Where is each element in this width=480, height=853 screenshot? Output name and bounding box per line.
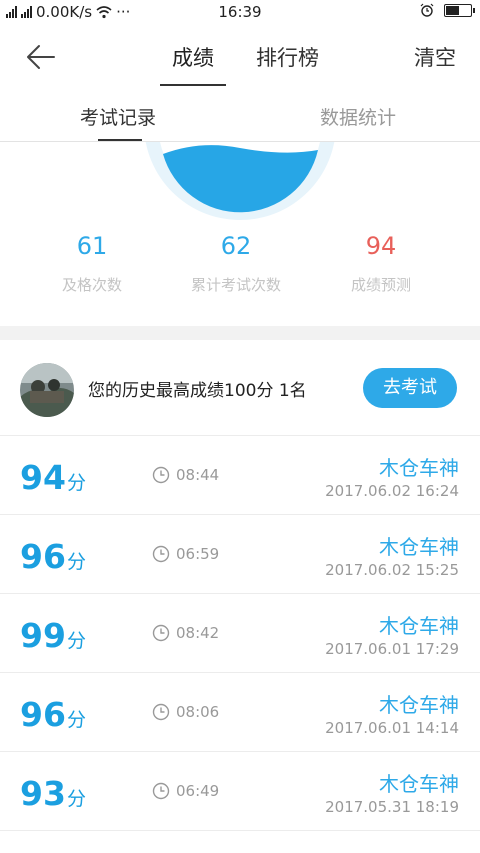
duration-text: 06:59 <box>176 545 220 563</box>
duration-text: 08:06 <box>176 703 220 721</box>
tab-score[interactable]: 成绩 <box>172 42 214 72</box>
stat-label: 成绩预测 <box>350 276 411 294</box>
arrow-left-icon[interactable] <box>24 42 58 72</box>
duration-text: 08:42 <box>176 624 220 642</box>
status-time: 16:39 <box>218 3 262 21</box>
record-duration: 06:59 <box>152 545 219 563</box>
best-score-text: 您的历史最高成绩100分 1名 <box>88 381 307 401</box>
clock-icon <box>152 545 170 563</box>
score-unit: 分 <box>66 788 86 810</box>
score-unit: 分 <box>66 472 86 494</box>
score-gauge <box>0 142 480 222</box>
record-score: 96分 <box>20 695 86 734</box>
record-score: 93分 <box>20 774 86 813</box>
record-name: 木仓车神 <box>379 535 459 559</box>
score-value: 96 <box>20 537 66 576</box>
score-unit: 分 <box>66 709 86 731</box>
alarm-icon <box>420 3 434 17</box>
record-score: 96分 <box>20 537 86 576</box>
score-value: 99 <box>20 616 66 655</box>
tab-exam-records[interactable]: 考试记录 <box>80 103 156 130</box>
record-date: 2017.06.01 17:29 <box>325 640 459 658</box>
score-value: 93 <box>20 774 66 813</box>
stat-prediction: 94 成绩预测 <box>301 232 461 295</box>
record-duration: 08:06 <box>152 703 219 721</box>
score-value: 96 <box>20 695 66 734</box>
score-unit: 分 <box>66 630 86 652</box>
score-value: 94 <box>20 458 66 497</box>
record-name: 木仓车神 <box>379 693 459 717</box>
record-row[interactable]: 96分 08:06 木仓车神 2017.06.01 14:14 <box>0 673 480 752</box>
battery-icon <box>444 3 475 17</box>
record-row[interactable]: 99分 08:42 木仓车神 2017.06.01 17:29 <box>0 594 480 673</box>
stat-pass-count: 61 及格次数 <box>12 232 172 295</box>
record-name: 木仓车神 <box>379 614 459 638</box>
avatar <box>20 363 74 417</box>
record-row[interactable]: 94分 08:44 木仓车神 2017.06.02 16:24 <box>0 436 480 515</box>
status-right <box>420 3 475 17</box>
record-date: 2017.06.02 16:24 <box>325 482 459 500</box>
clock-icon <box>152 782 170 800</box>
sub-tab-indicator <box>98 139 142 141</box>
record-duration: 06:49 <box>152 782 219 800</box>
record-score: 94分 <box>20 458 86 497</box>
status-bar: 0.00K/s ··· 16:39 <box>0 0 480 26</box>
section-divider <box>0 326 480 340</box>
stat-label: 累计考试次数 <box>190 276 281 294</box>
score-unit: 分 <box>66 551 86 573</box>
record-name: 木仓车神 <box>379 456 459 480</box>
go-exam-button[interactable]: 去考试 <box>363 368 457 408</box>
clear-button[interactable]: 清空 <box>414 42 456 72</box>
clock-icon <box>152 703 170 721</box>
record-date: 2017.06.01 14:14 <box>325 719 459 737</box>
best-score-row: 您的历史最高成绩100分 1名 去考试 <box>0 340 480 436</box>
record-duration: 08:42 <box>152 624 219 642</box>
nav-bar: 成绩 排行榜 清空 <box>0 26 480 88</box>
stat-value: 94 <box>365 232 397 260</box>
record-date: 2017.06.02 15:25 <box>325 561 459 579</box>
duration-text: 06:49 <box>176 782 220 800</box>
clock-icon <box>152 466 170 484</box>
tab-ranking[interactable]: 排行榜 <box>256 42 319 72</box>
stat-label: 及格次数 <box>61 276 122 294</box>
records-list: 94分 08:44 木仓车神 2017.06.02 16:24 96分 06:5… <box>0 436 480 831</box>
stat-total-exams: 62 累计考试次数 <box>156 232 316 295</box>
tab-indicator <box>160 84 226 86</box>
duration-text: 08:44 <box>176 466 220 484</box>
sub-tabs: 考试记录 数据统计 <box>0 88 480 142</box>
stats-row: 61 及格次数 62 累计考试次数 94 成绩预测 <box>0 232 480 312</box>
record-name: 木仓车神 <box>379 772 459 796</box>
tab-data-stats[interactable]: 数据统计 <box>320 103 396 130</box>
record-date: 2017.05.31 18:19 <box>325 798 459 816</box>
stat-value: 62 <box>220 232 252 260</box>
record-duration: 08:44 <box>152 466 219 484</box>
clock-icon <box>152 624 170 642</box>
record-row[interactable]: 96分 06:59 木仓车神 2017.06.02 15:25 <box>0 515 480 594</box>
record-row[interactable]: 93分 06:49 木仓车神 2017.05.31 18:19 <box>0 752 480 831</box>
record-score: 99分 <box>20 616 86 655</box>
stat-value: 61 <box>76 232 108 260</box>
